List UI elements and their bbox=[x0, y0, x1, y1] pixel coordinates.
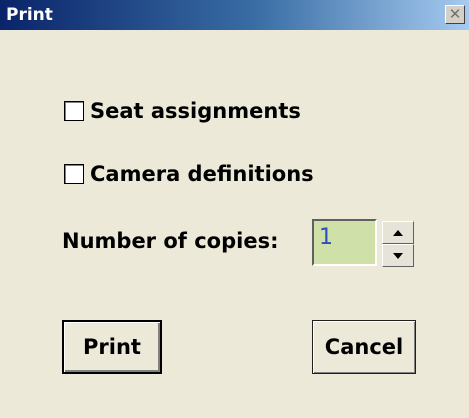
spin-down-button[interactable] bbox=[382, 244, 414, 267]
seat-assignments-option[interactable]: Seat assignments bbox=[64, 99, 301, 123]
arrow-up-icon bbox=[393, 229, 403, 236]
close-icon: ✕ bbox=[448, 5, 462, 23]
print-dialog: Print ✕ Seat assignments Camera definiti… bbox=[0, 0, 469, 418]
print-button[interactable]: Print bbox=[62, 320, 162, 374]
arrow-down-icon bbox=[393, 252, 403, 259]
close-button[interactable]: ✕ bbox=[445, 5, 465, 24]
spin-up-button[interactable] bbox=[382, 221, 414, 244]
camera-definitions-option[interactable]: Camera definitions bbox=[64, 162, 314, 186]
print-button-label: Print bbox=[83, 335, 141, 359]
window-title: Print bbox=[6, 5, 53, 25]
copies-input[interactable]: 1 bbox=[312, 219, 377, 266]
copies-label: Number of copies: bbox=[62, 229, 279, 253]
copies-value: 1 bbox=[319, 225, 333, 250]
dialog-body: Seat assignments Camera definitions Numb… bbox=[0, 30, 469, 418]
seat-assignments-checkbox[interactable] bbox=[64, 101, 84, 121]
seat-assignments-label[interactable]: Seat assignments bbox=[90, 99, 301, 123]
cancel-button-label: Cancel bbox=[324, 335, 404, 359]
cancel-button[interactable]: Cancel bbox=[312, 320, 416, 374]
camera-definitions-checkbox[interactable] bbox=[64, 164, 84, 184]
copies-spinner[interactable] bbox=[382, 221, 414, 267]
camera-definitions-label[interactable]: Camera definitions bbox=[90, 162, 314, 186]
title-bar[interactable]: Print ✕ bbox=[0, 0, 469, 30]
